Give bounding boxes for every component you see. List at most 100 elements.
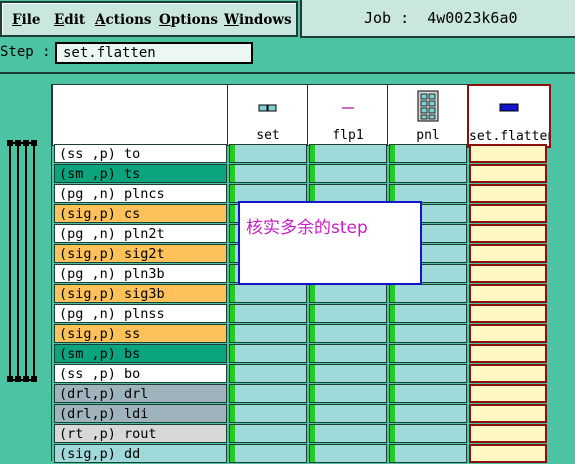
layer-name[interactable]: (sig,p) dd bbox=[54, 444, 227, 463]
layer-name[interactable]: (drl,p) ldi bbox=[54, 404, 227, 423]
layer-name[interactable]: (sig,p) sig2t bbox=[54, 244, 227, 263]
matrix-cell[interactable] bbox=[229, 304, 307, 323]
layer-name[interactable]: (ss ,p) to bbox=[54, 144, 227, 163]
matrix-cell[interactable] bbox=[389, 164, 467, 183]
matrix-cell[interactable] bbox=[229, 324, 307, 343]
matrix-cell[interactable] bbox=[309, 444, 387, 463]
layer-row[interactable]: (pg ,n) plnss bbox=[0, 304, 575, 324]
divider bbox=[0, 72, 575, 74]
annotation-text: 核实多余的step bbox=[246, 218, 368, 238]
matrix-cell[interactable] bbox=[469, 424, 547, 443]
column-set-flatten[interactable]: set.flatten bbox=[467, 84, 551, 148]
matrix-cell[interactable] bbox=[389, 324, 467, 343]
matrix-cell[interactable] bbox=[389, 444, 467, 463]
matrix-cell[interactable] bbox=[469, 324, 547, 343]
matrix-cell[interactable] bbox=[309, 424, 387, 443]
matrix-cell[interactable] bbox=[469, 244, 547, 263]
matrix-cell[interactable] bbox=[229, 404, 307, 423]
layer-present-marker bbox=[230, 225, 235, 242]
matrix-cell[interactable] bbox=[469, 344, 547, 363]
layer-present-marker bbox=[230, 385, 235, 402]
matrix-cell[interactable] bbox=[309, 384, 387, 403]
layer-name[interactable]: (pg ,n) plncs bbox=[54, 184, 227, 203]
layer-name[interactable]: (rt ,p) rout bbox=[54, 424, 227, 443]
layer-name[interactable]: (ss ,p) bo bbox=[54, 364, 227, 383]
layer-present-marker bbox=[310, 165, 315, 182]
layer-present-marker bbox=[310, 345, 315, 362]
matrix-cell[interactable] bbox=[469, 164, 547, 183]
layer-row[interactable]: (sig,p) ss bbox=[0, 324, 575, 344]
layer-name[interactable]: (sig,p) sig3b bbox=[54, 284, 227, 303]
matrix-cell[interactable] bbox=[469, 264, 547, 283]
matrix-cell[interactable] bbox=[309, 344, 387, 363]
matrix-cell[interactable] bbox=[389, 364, 467, 383]
matrix-cell[interactable] bbox=[389, 144, 467, 163]
layer-present-marker bbox=[230, 165, 235, 182]
layer-name[interactable]: (pg ,n) plnss bbox=[54, 304, 227, 323]
matrix-cell[interactable] bbox=[469, 444, 547, 463]
column-set[interactable]: set bbox=[227, 84, 309, 146]
step-field[interactable]: set.flatten bbox=[55, 42, 253, 64]
matrix-cell[interactable] bbox=[389, 424, 467, 443]
layer-present-marker bbox=[310, 385, 315, 402]
job-label: Job : 4w0023k6a0 bbox=[364, 9, 518, 27]
layer-row[interactable]: (sm ,p) ts bbox=[0, 164, 575, 184]
matrix-cell[interactable] bbox=[309, 164, 387, 183]
layer-present-marker bbox=[390, 165, 395, 182]
layer-present-marker bbox=[230, 325, 235, 342]
layer-row[interactable]: (sm ,p) bs bbox=[0, 344, 575, 364]
layer-row[interactable]: (ss ,p) bo bbox=[0, 364, 575, 384]
matrix-cell[interactable] bbox=[309, 284, 387, 303]
layer-present-marker bbox=[230, 145, 235, 162]
matrix-cell[interactable] bbox=[309, 364, 387, 383]
menu-windows[interactable]: Windows bbox=[224, 12, 292, 28]
layer-name[interactable]: (drl,p) drl bbox=[54, 384, 227, 403]
layer-name[interactable]: (sm ,p) bs bbox=[54, 344, 227, 363]
matrix-cell[interactable] bbox=[389, 404, 467, 423]
layer-name[interactable]: (pg ,n) pln2t bbox=[54, 224, 227, 243]
matrix-cell[interactable] bbox=[469, 284, 547, 303]
matrix-cell[interactable] bbox=[389, 344, 467, 363]
layer-row[interactable]: (rt ,p) rout bbox=[0, 424, 575, 444]
matrix-cell[interactable] bbox=[469, 364, 547, 383]
matrix-cell[interactable] bbox=[389, 304, 467, 323]
matrix-cell[interactable] bbox=[389, 384, 467, 403]
layer-name[interactable]: (pg ,n) pln3b bbox=[54, 264, 227, 283]
layer-present-marker bbox=[310, 285, 315, 302]
layer-present-marker bbox=[230, 285, 235, 302]
layer-row[interactable]: (sig,p) dd bbox=[0, 444, 575, 464]
matrix-cell[interactable] bbox=[469, 204, 547, 223]
matrix-cell[interactable] bbox=[229, 144, 307, 163]
matrix-cell[interactable] bbox=[229, 164, 307, 183]
matrix-cell[interactable] bbox=[229, 424, 307, 443]
matrix-cell[interactable] bbox=[309, 404, 387, 423]
layer-name[interactable]: (sig,p) ss bbox=[54, 324, 227, 343]
column-flp1[interactable]: flp1 bbox=[307, 84, 389, 146]
layer-row[interactable]: (ss ,p) to bbox=[0, 144, 575, 164]
matrix-cell[interactable] bbox=[229, 284, 307, 303]
matrix-cell[interactable] bbox=[389, 284, 467, 303]
layer-row[interactable]: (sig,p) sig3b bbox=[0, 284, 575, 304]
layer-row[interactable]: (drl,p) ldi bbox=[0, 404, 575, 424]
layer-row[interactable]: (drl,p) drl bbox=[0, 384, 575, 404]
matrix-cell[interactable] bbox=[229, 444, 307, 463]
menu-options[interactable]: Options bbox=[159, 12, 218, 28]
menu-file[interactable]: File bbox=[12, 12, 40, 28]
matrix-cell[interactable] bbox=[309, 304, 387, 323]
matrix-cell[interactable] bbox=[309, 144, 387, 163]
matrix-cell[interactable] bbox=[229, 344, 307, 363]
column-pnl[interactable]: pnl bbox=[387, 84, 469, 146]
layer-name[interactable]: (sig,p) cs bbox=[54, 204, 227, 223]
matrix-cell[interactable] bbox=[469, 224, 547, 243]
matrix-cell[interactable] bbox=[469, 184, 547, 203]
matrix-cell[interactable] bbox=[229, 364, 307, 383]
menu-actions[interactable]: Actions bbox=[95, 12, 152, 28]
matrix-cell[interactable] bbox=[229, 384, 307, 403]
matrix-cell[interactable] bbox=[469, 404, 547, 423]
matrix-cell[interactable] bbox=[469, 144, 547, 163]
matrix-cell[interactable] bbox=[309, 324, 387, 343]
menu-edit[interactable]: Edit bbox=[54, 12, 85, 28]
matrix-cell[interactable] bbox=[469, 384, 547, 403]
matrix-cell[interactable] bbox=[469, 304, 547, 323]
layer-name[interactable]: (sm ,p) ts bbox=[54, 164, 227, 183]
